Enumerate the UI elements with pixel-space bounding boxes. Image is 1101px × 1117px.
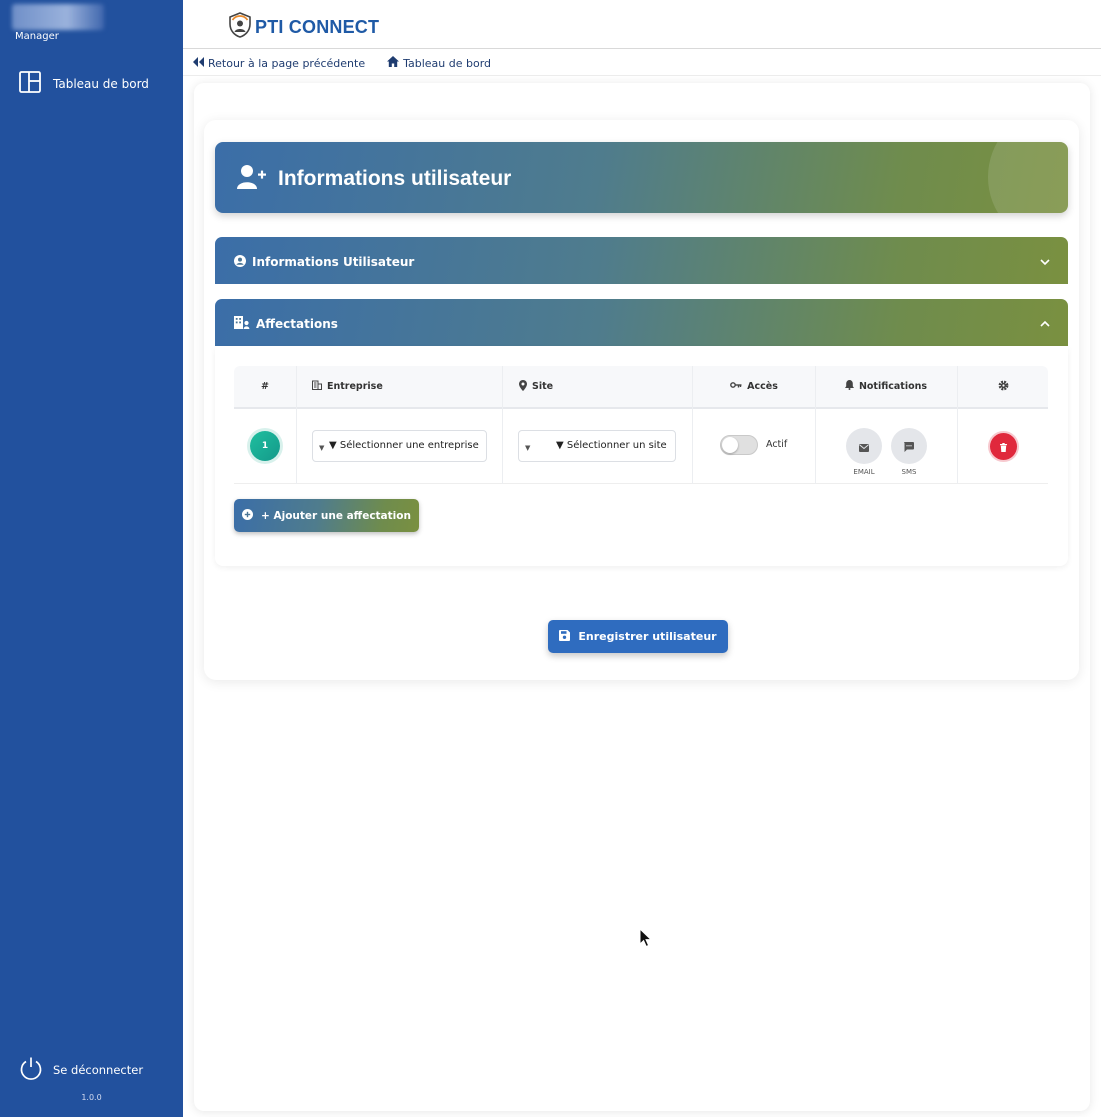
email-label: EMAIL bbox=[853, 468, 875, 476]
toggle-knob bbox=[722, 437, 738, 453]
column-divider bbox=[815, 366, 816, 484]
sidebar: Manager Tableau de bord Se déconnecter 1… bbox=[0, 0, 183, 1117]
plus-circle-icon bbox=[242, 508, 254, 523]
map-pin-icon bbox=[519, 379, 527, 394]
add-affectation-button[interactable]: + Ajouter une affectation bbox=[234, 499, 419, 532]
section-user-info-header[interactable]: Informations Utilisateur bbox=[215, 237, 1068, 284]
site-select[interactable]: ▼ ▼ Sélectionner un site bbox=[518, 430, 676, 462]
col-site: Site bbox=[519, 366, 689, 407]
logout-button[interactable]: Se déconnecter bbox=[18, 1055, 143, 1085]
dashboard-layout-icon bbox=[18, 70, 42, 98]
col-site-label: Site bbox=[532, 381, 554, 392]
gear-icon bbox=[998, 380, 1009, 394]
chevron-down-icon[interactable] bbox=[1039, 253, 1051, 272]
home-link[interactable]: Tableau de bord bbox=[387, 54, 491, 72]
save-user-label: Enregistrer utilisateur bbox=[578, 630, 717, 643]
brand-logo[interactable]: PTI CONNECT bbox=[227, 11, 379, 43]
page-title-banner: Informations utilisateur bbox=[215, 142, 1068, 213]
back-link-label: Retour à la page précédente bbox=[208, 56, 366, 70]
mouse-cursor-icon bbox=[639, 927, 653, 952]
add-affectation-label: + Ajouter une affectation bbox=[261, 509, 411, 522]
home-link-label: Tableau de bord bbox=[403, 56, 492, 70]
back-link[interactable]: Retour à la page précédente bbox=[193, 54, 365, 72]
access-toggle-label: Actif bbox=[766, 439, 788, 450]
double-chevron-left-icon bbox=[193, 56, 204, 70]
section-affectations-header[interactable]: Affectations bbox=[215, 299, 1068, 346]
app-version: 1.0.0 bbox=[81, 1093, 102, 1102]
column-divider bbox=[296, 366, 297, 484]
site-select-value: ▼ Sélectionner un site bbox=[556, 440, 667, 451]
user-block[interactable]: Manager bbox=[12, 4, 162, 44]
user-plus-icon bbox=[237, 164, 267, 194]
shield-person-icon bbox=[227, 11, 253, 43]
page-title: Informations utilisateur bbox=[278, 167, 512, 190]
bell-icon bbox=[844, 380, 854, 393]
access-toggle[interactable] bbox=[720, 435, 758, 455]
column-divider bbox=[502, 366, 503, 484]
table-header: # Entreprise Site Accès Notifications bbox=[234, 366, 1048, 409]
key-icon bbox=[730, 381, 742, 392]
section-label: Informations Utilisateur bbox=[252, 254, 415, 269]
logout-label: Se déconnecter bbox=[53, 1063, 144, 1077]
caret-down-icon: ▼ bbox=[319, 444, 325, 452]
company-select-value: ▼ Sélectionner une entreprise bbox=[329, 440, 479, 451]
table-row: 1 ▼ ▼ Sélectionner une entreprise ▼ ▼ Sé… bbox=[234, 409, 1048, 484]
user-role: Manager bbox=[15, 31, 59, 42]
sidebar-item-dashboard[interactable]: Tableau de bord bbox=[18, 70, 149, 98]
power-icon bbox=[18, 1055, 44, 1085]
sms-notification-button[interactable] bbox=[891, 428, 927, 464]
delete-row-button[interactable] bbox=[990, 433, 1017, 460]
breadcrumb: Retour à la page précédente Tableau de b… bbox=[193, 54, 491, 72]
affectations-table: # Entreprise Site Accès Notifications 1 … bbox=[234, 366, 1048, 484]
col-notifications: Notifications bbox=[816, 366, 956, 407]
sidebar-item-label: Tableau de bord bbox=[53, 77, 149, 91]
home-icon bbox=[387, 56, 400, 70]
user-circle-icon bbox=[234, 252, 246, 271]
column-divider bbox=[692, 366, 693, 484]
floppy-disk-icon bbox=[559, 629, 571, 644]
user-name-redacted bbox=[12, 4, 104, 30]
col-settings bbox=[958, 366, 1048, 407]
row-index-badge: 1 bbox=[250, 431, 280, 461]
email-notification-button[interactable] bbox=[846, 428, 882, 464]
building-icon bbox=[312, 380, 322, 393]
col-access-label: Accès bbox=[747, 381, 778, 392]
save-user-button[interactable]: Enregistrer utilisateur bbox=[548, 620, 728, 653]
building-user-icon bbox=[234, 314, 250, 333]
col-index-label: # bbox=[261, 381, 269, 392]
banner-decoration bbox=[988, 142, 1068, 213]
top-header: PTI CONNECT bbox=[183, 0, 1101, 49]
col-company: Entreprise bbox=[312, 366, 502, 407]
col-notifications-label: Notifications bbox=[858, 381, 928, 392]
sms-label: SMS bbox=[901, 468, 917, 476]
breadcrumb-divider bbox=[183, 75, 1101, 76]
trash-icon bbox=[1000, 437, 1007, 456]
company-select[interactable]: ▼ ▼ Sélectionner une entreprise bbox=[312, 430, 487, 462]
message-icon bbox=[904, 437, 914, 456]
envelope-icon bbox=[859, 437, 869, 456]
caret-down-icon: ▼ bbox=[525, 444, 531, 452]
brand-name: PTI CONNECT bbox=[255, 16, 380, 37]
column-divider bbox=[957, 366, 958, 484]
col-index: # bbox=[234, 366, 296, 407]
col-company-label: Entreprise bbox=[327, 381, 383, 392]
col-access: Accès bbox=[692, 366, 816, 407]
section-label: Affectations bbox=[256, 316, 338, 331]
chevron-up-icon[interactable] bbox=[1039, 315, 1051, 334]
